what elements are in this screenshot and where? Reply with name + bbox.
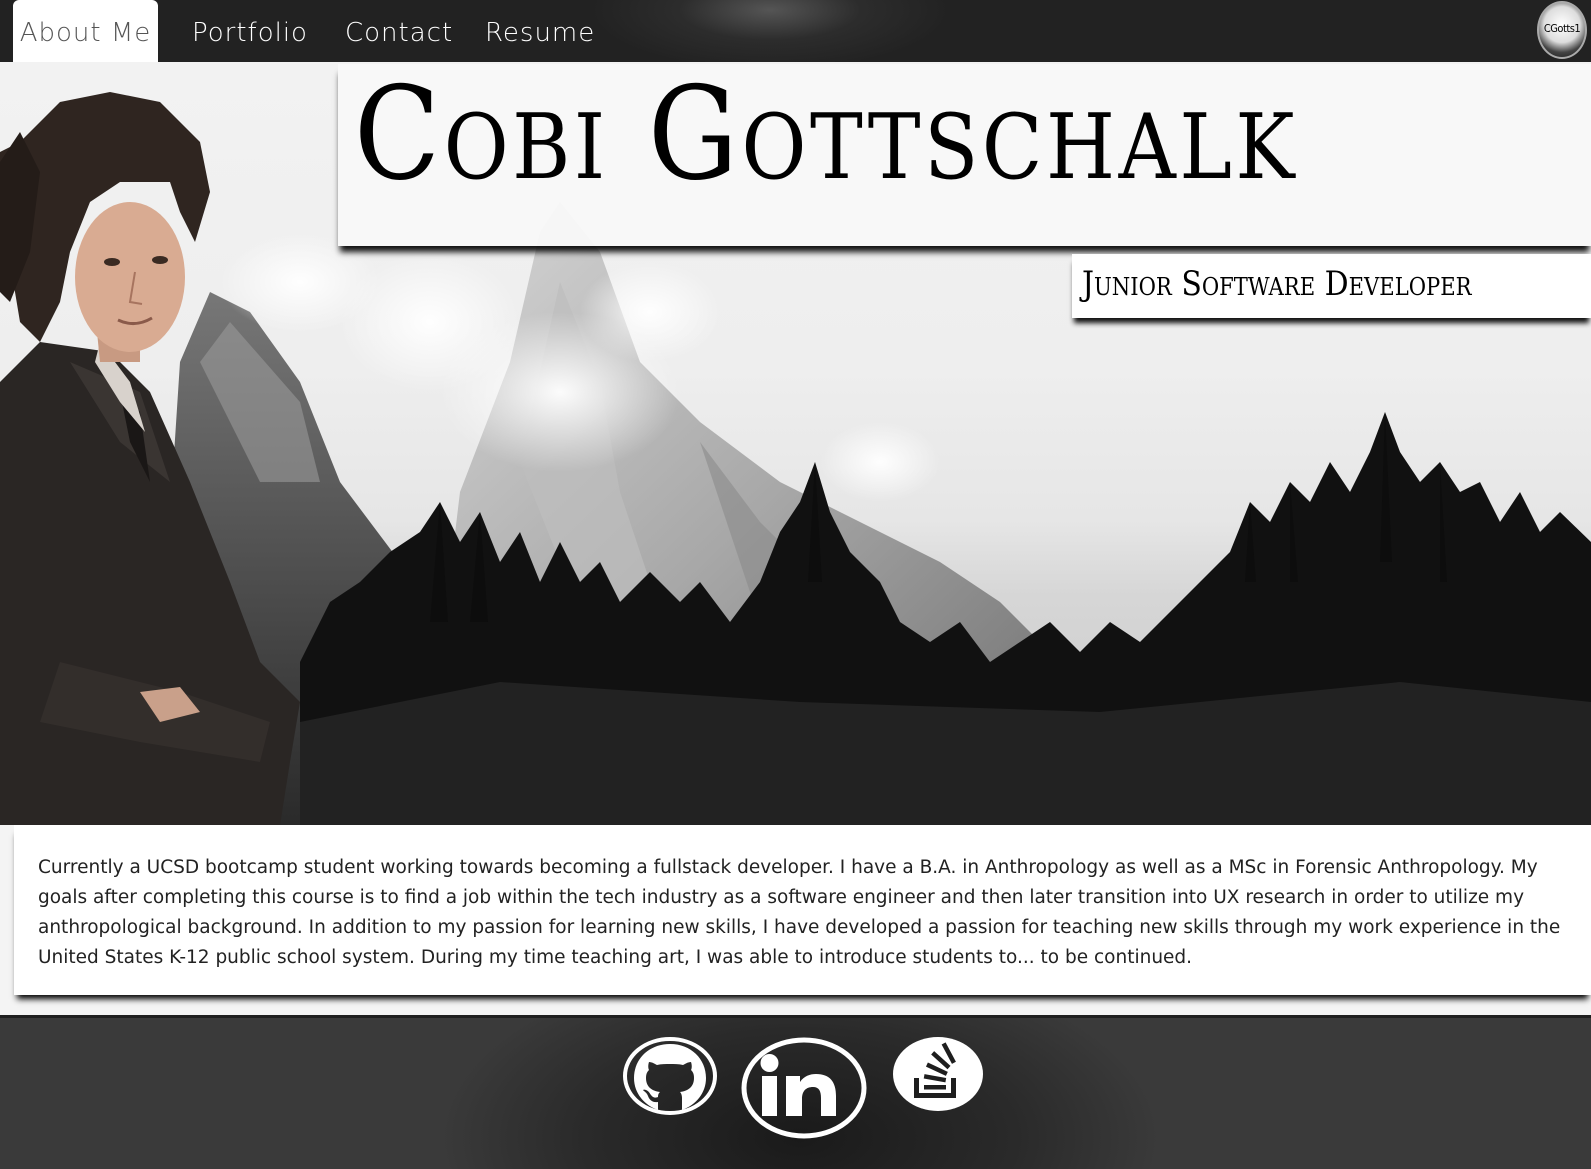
tab-resume[interactable]: Resume bbox=[485, 0, 594, 62]
profile-photo bbox=[0, 92, 300, 825]
top-navbar: About Me Portfolio Contact Resume CGotts… bbox=[0, 0, 1591, 62]
brand-logo-text: CGotts1 bbox=[1543, 22, 1581, 35]
stackoverflow-icon[interactable] bbox=[890, 1034, 986, 1114]
hero-section: Cobi Gottschalk Junior Software Develope… bbox=[0, 62, 1591, 825]
job-title-banner: Junior Software Developer bbox=[1072, 254, 1591, 318]
brand-logo[interactable]: CGotts1 bbox=[1537, 1, 1587, 59]
tab-contact[interactable]: Contact bbox=[345, 0, 452, 62]
job-title: Junior Software Developer bbox=[1082, 264, 1472, 304]
linkedin-icon[interactable] bbox=[740, 1036, 868, 1140]
about-card: Currently a UCSD bootcamp student workin… bbox=[14, 825, 1591, 995]
about-paragraph: Currently a UCSD bootcamp student workin… bbox=[38, 857, 1561, 968]
footer bbox=[0, 1018, 1591, 1169]
page-title: Cobi Gottschalk bbox=[354, 62, 1299, 209]
github-icon[interactable] bbox=[622, 1036, 718, 1116]
tab-about-me[interactable]: About Me bbox=[13, 0, 158, 62]
tab-portfolio[interactable]: Portfolio bbox=[192, 0, 307, 62]
name-banner: Cobi Gottschalk bbox=[338, 62, 1591, 246]
about-section: Currently a UCSD bootcamp student workin… bbox=[0, 825, 1591, 1015]
